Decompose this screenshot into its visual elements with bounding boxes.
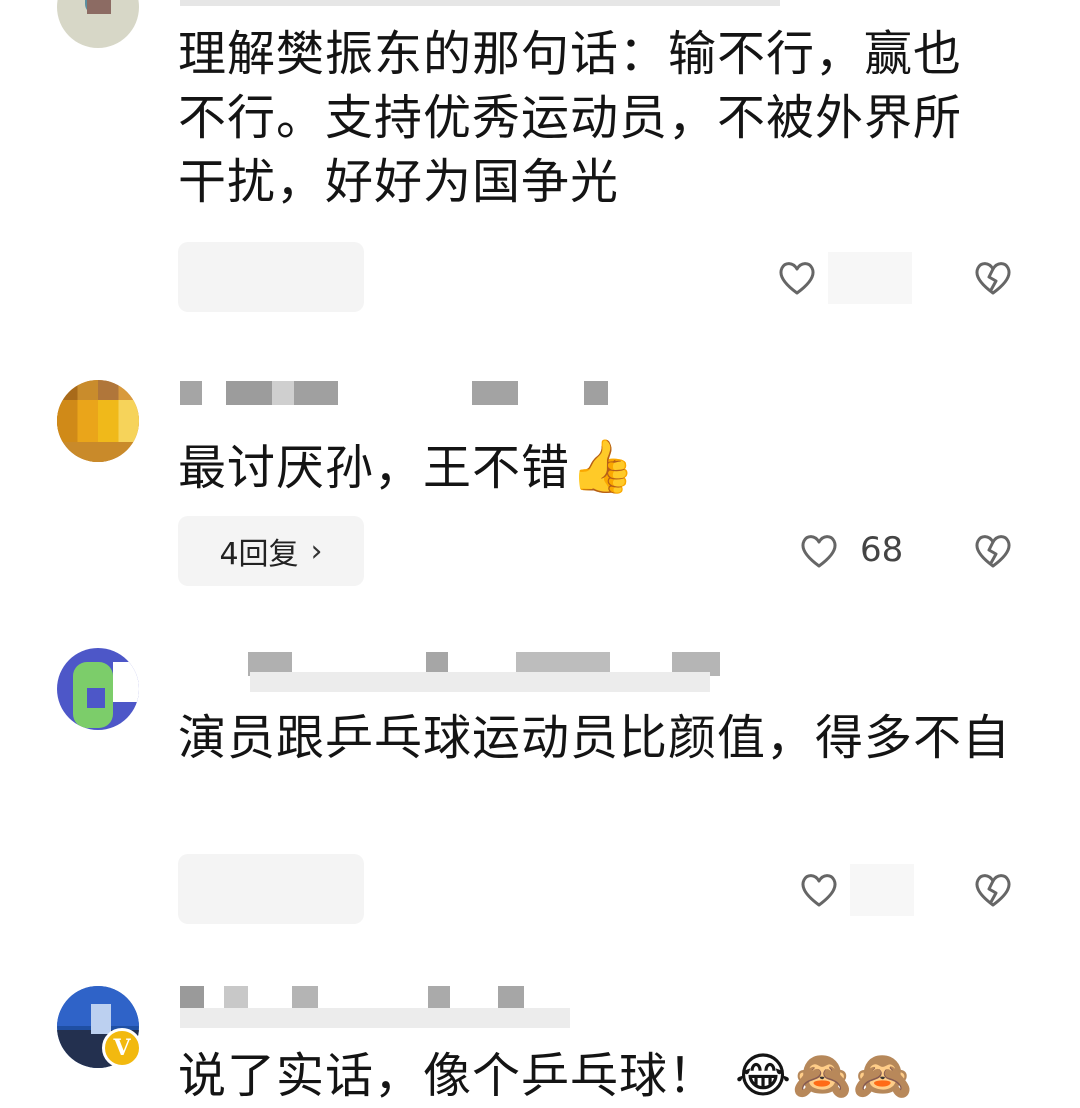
broken-heart-icon[interactable]: [972, 257, 1014, 299]
verified-badge: V: [102, 1028, 142, 1068]
laughing-emoji: 😂🙈🙈: [735, 1048, 914, 1104]
thumbs-up-emoji: 👍: [570, 437, 636, 497]
comment-text: 理解樊振东的那句话：输不行，赢也不行。支持优秀运动员，不被外界所干扰，好好为国争…: [178, 26, 963, 210]
meta-text-redacted: [250, 672, 710, 692]
comment-text: 最讨厌孙，王不错👍: [178, 435, 1018, 500]
heart-outline-icon[interactable]: [798, 869, 840, 911]
reply-button[interactable]: [178, 854, 364, 924]
comment-text-content: 最讨厌孙，王不错: [178, 440, 571, 496]
comment-text-content: 说了实话，像个乒乓球！: [178, 1048, 718, 1104]
avatar[interactable]: [57, 380, 139, 462]
reply-label: 4回复: [219, 537, 299, 572]
heart-outline-icon[interactable]: [798, 530, 840, 572]
comment-text: 演员跟乒乓球运动员比颜值，得多不自: [178, 710, 1012, 766]
reply-button[interactable]: 4回复 ›: [178, 516, 364, 586]
meta-text-redacted: [180, 1008, 570, 1028]
avatar[interactable]: [57, 648, 139, 730]
broken-heart-icon[interactable]: [972, 530, 1014, 572]
comment-meta-redacted: [180, 381, 620, 407]
heart-outline-icon[interactable]: [776, 257, 818, 299]
comment-text: 说了实话，像个乒乓球！ 😂🙈🙈: [178, 1044, 1018, 1108]
like-count-redacted: [828, 252, 912, 304]
like-count-redacted: [850, 864, 914, 916]
like-count: 68: [860, 530, 904, 570]
avatar[interactable]: [57, 0, 139, 48]
comment-meta-redacted: [180, 0, 780, 12]
broken-heart-icon[interactable]: [972, 869, 1014, 911]
chevron-right-icon: ›: [310, 533, 323, 569]
v-badge-icon: V: [113, 1035, 131, 1061]
reply-button[interactable]: [178, 242, 364, 312]
